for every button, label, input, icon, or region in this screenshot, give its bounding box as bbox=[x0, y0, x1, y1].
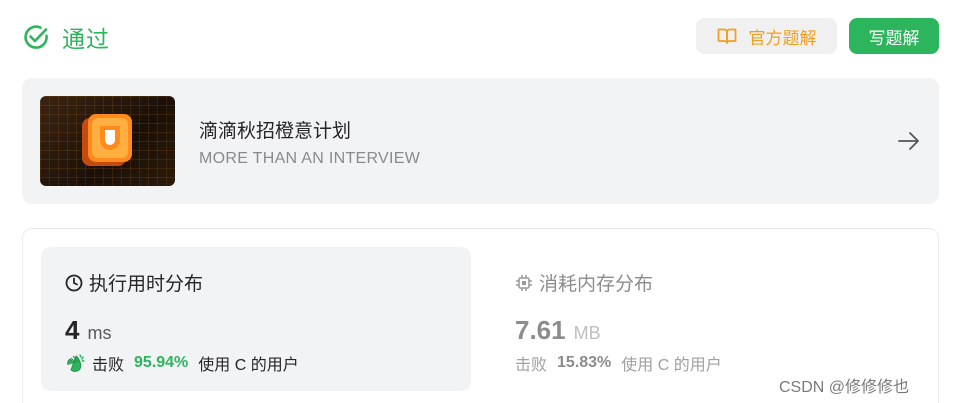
write-solution-button[interactable]: 写题解 bbox=[849, 18, 939, 54]
runtime-value: 4 ms bbox=[65, 315, 111, 346]
runtime-beat: 击败 95.94% 使用 C 的用户 bbox=[65, 351, 299, 375]
promo-banner[interactable]: 滴滴秋招橙意计划 MORE THAN AN INTERVIEW bbox=[22, 78, 939, 204]
official-solution-label: 官方题解 bbox=[748, 28, 817, 48]
memory-value: 7.61 MB bbox=[515, 315, 601, 346]
memory-title-text: 消耗内存分布 bbox=[539, 274, 654, 295]
banner-subtitle: MORE THAN AN INTERVIEW bbox=[199, 150, 421, 167]
status-label: 通过 bbox=[62, 26, 110, 52]
write-solution-label: 写题解 bbox=[868, 28, 920, 48]
official-solution-button[interactable]: 官方题解 bbox=[696, 18, 837, 54]
runtime-unit: ms bbox=[87, 323, 112, 343]
csdn-watermark: CSDN @修修修也 bbox=[777, 373, 912, 397]
memory-beat-suffix: 使用 C 的用户 bbox=[621, 357, 722, 374]
memory-number: 7.61 bbox=[515, 315, 566, 345]
chip-icon bbox=[516, 274, 532, 291]
banner-title: 滴滴秋招橙意计划 bbox=[199, 121, 352, 142]
arrow-right-icon[interactable] bbox=[897, 130, 921, 152]
runtime-card[interactable]: 执行用时分布 4 ms 击败 95.94% 使用 C 的用户 bbox=[41, 247, 471, 391]
check-circle-icon bbox=[24, 25, 48, 49]
clap-icon bbox=[67, 353, 85, 372]
memory-title: 消耗内存分布 bbox=[515, 269, 653, 296]
runtime-number: 4 bbox=[65, 315, 80, 345]
runtime-beat-suffix: 使用 C 的用户 bbox=[198, 357, 299, 374]
memory-unit: MB bbox=[573, 323, 601, 343]
clock-icon bbox=[65, 274, 83, 291]
memory-beat-prefix: 击败 bbox=[515, 357, 548, 374]
runtime-beat-prefix: 击败 bbox=[92, 357, 125, 374]
book-icon bbox=[717, 28, 736, 44]
memory-beat: 击败 15.83% 使用 C 的用户 bbox=[515, 351, 722, 375]
runtime-title: 执行用时分布 bbox=[65, 269, 203, 296]
result-header: 通过 官方题解 写题解 bbox=[22, 18, 939, 56]
memory-beat-percent: 15.83% bbox=[557, 354, 612, 371]
memory-card[interactable]: 消耗内存分布 7.61 MB 击败 15.83% 使用 C 的用户 bbox=[491, 247, 921, 391]
submission-status: 通过 bbox=[22, 20, 110, 54]
didi-logo bbox=[40, 96, 175, 186]
runtime-title-text: 执行用时分布 bbox=[89, 274, 204, 295]
runtime-beat-percent: 95.94% bbox=[134, 354, 189, 371]
